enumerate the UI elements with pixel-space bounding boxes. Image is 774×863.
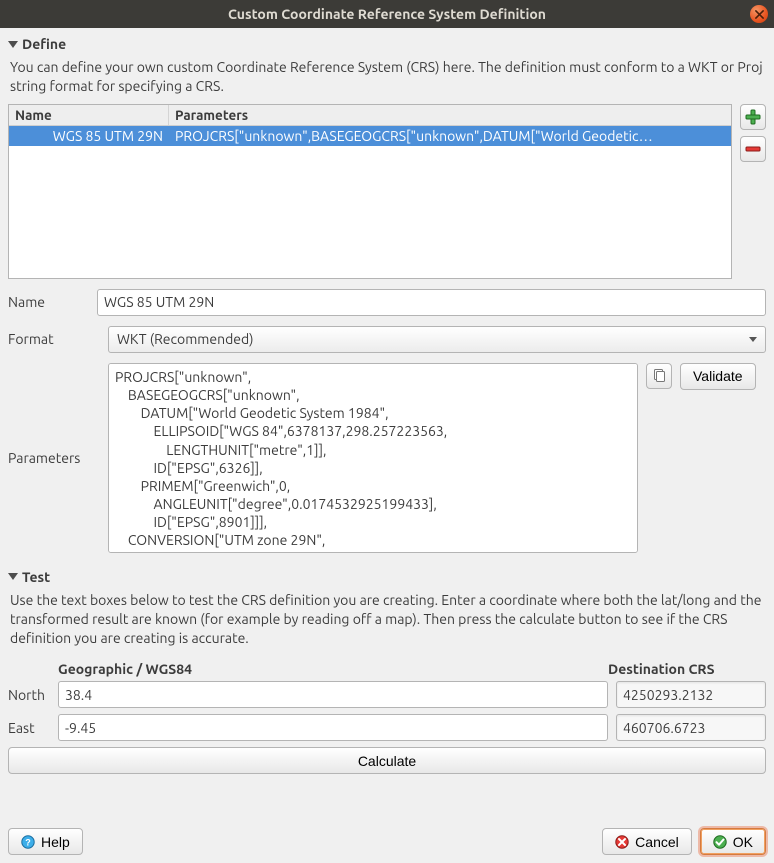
crs-table-body: WGS 85 UTM 29N PROJCRS["unknown",BASEGEO… (9, 126, 731, 278)
north-label: North (8, 687, 58, 703)
north-input[interactable] (58, 681, 608, 708)
parameters-label: Parameters (8, 363, 100, 553)
crs-table-col-params[interactable]: Parameters (169, 105, 731, 125)
test-section-header[interactable]: Test (8, 569, 766, 585)
cancel-icon (615, 835, 629, 849)
east-label: East (8, 720, 58, 736)
format-combobox[interactable]: WKT (Recommended) (108, 326, 766, 353)
chevron-down-icon (8, 41, 18, 48)
plus-icon (745, 109, 761, 125)
parameters-side: Validate (646, 363, 766, 553)
crs-list-side-buttons (740, 104, 766, 279)
define-section-header[interactable]: Define (8, 36, 766, 52)
validate-label: Validate (693, 368, 743, 384)
window-body: Define You can define your own custom Co… (0, 28, 774, 863)
ok-icon (713, 835, 727, 849)
crs-table[interactable]: Name Parameters WGS 85 UTM 29N PROJCRS["… (8, 104, 732, 279)
geo-heading: Geographic / WGS84 (58, 661, 608, 677)
chevron-down-icon (749, 337, 757, 342)
test-description: Use the text boxes below to test the CRS… (10, 591, 764, 648)
define-header-label: Define (22, 36, 66, 52)
crs-table-header: Name Parameters (9, 105, 731, 126)
north-row: North 4250293.2132 (8, 681, 766, 708)
define-description: You can define your own custom Coordinat… (10, 58, 764, 96)
parameters-textarea[interactable] (108, 363, 638, 553)
north-destination-output: 4250293.2132 (616, 681, 766, 708)
name-row: Name (8, 289, 766, 316)
east-destination-output: 460706.6723 (616, 714, 766, 741)
ok-button[interactable]: OK (700, 828, 766, 855)
help-button[interactable]: ? Help (8, 828, 83, 855)
cancel-button[interactable]: Cancel (602, 828, 692, 855)
help-icon: ? (21, 835, 35, 849)
dest-heading: Destination CRS (608, 661, 766, 677)
ok-label: OK (733, 834, 753, 850)
table-row[interactable]: WGS 85 UTM 29N PROJCRS["unknown",BASEGEO… (9, 126, 731, 146)
test-grid: Geographic / WGS84 Destination CRS North… (8, 661, 766, 774)
calculate-row: Calculate (8, 747, 766, 774)
window-title: Custom Coordinate Reference System Defin… (228, 6, 546, 22)
crs-list-row: Name Parameters WGS 85 UTM 29N PROJCRS["… (8, 104, 766, 279)
add-crs-button[interactable] (740, 104, 766, 130)
calculate-button[interactable]: Calculate (8, 747, 766, 774)
test-headings: Geographic / WGS84 Destination CRS (8, 661, 766, 677)
dialog-button-bar: ? Help Cancel OK (8, 820, 766, 855)
name-input[interactable] (97, 289, 766, 316)
chevron-down-icon (8, 573, 18, 580)
title-bar: Custom Coordinate Reference System Defin… (0, 0, 774, 28)
copy-params-button[interactable] (646, 363, 672, 389)
format-label: Format (8, 331, 100, 347)
name-label: Name (8, 294, 89, 310)
minus-icon (745, 141, 761, 157)
close-icon (755, 10, 764, 19)
test-header-label: Test (22, 569, 50, 585)
crs-row-name: WGS 85 UTM 29N (9, 126, 169, 146)
east-input[interactable] (58, 714, 608, 741)
calculate-label: Calculate (358, 753, 416, 769)
format-row: Format WKT (Recommended) (8, 326, 766, 353)
crs-table-col-name[interactable]: Name (9, 105, 169, 125)
cancel-label: Cancel (635, 834, 679, 850)
east-row: East 460706.6723 (8, 714, 766, 741)
help-label: Help (41, 834, 70, 850)
svg-text:?: ? (25, 837, 31, 847)
crs-row-params: PROJCRS["unknown",BASEGEOGCRS["unknown",… (169, 126, 731, 146)
copy-icon (652, 369, 666, 383)
validate-button[interactable]: Validate (680, 363, 756, 390)
format-value: WKT (Recommended) (117, 331, 254, 347)
remove-crs-button[interactable] (740, 136, 766, 162)
parameters-row: Parameters Validate (8, 363, 766, 553)
window-close-button[interactable] (750, 5, 768, 23)
